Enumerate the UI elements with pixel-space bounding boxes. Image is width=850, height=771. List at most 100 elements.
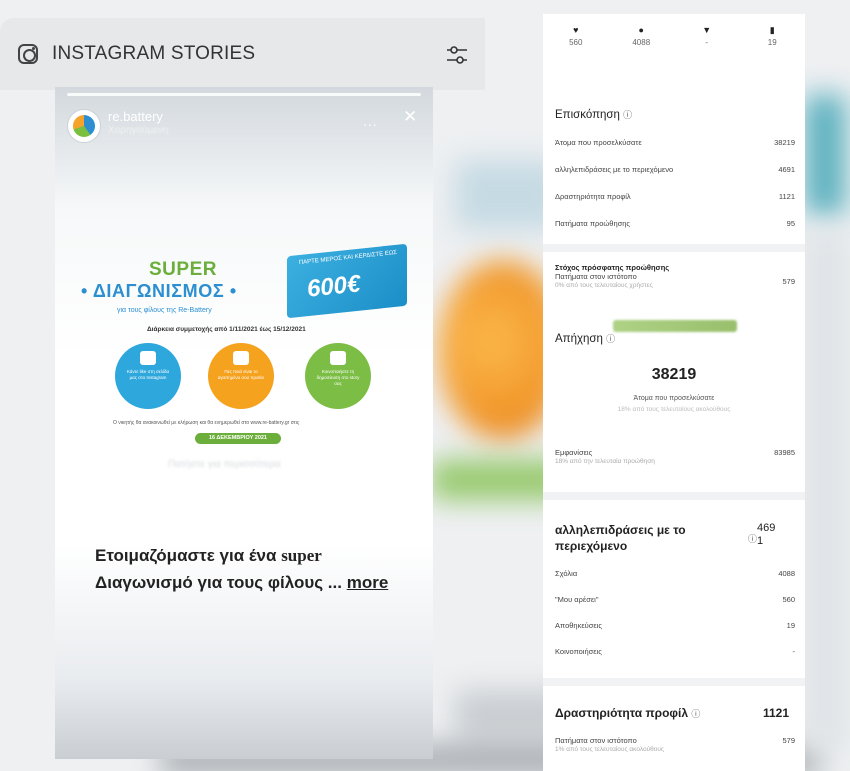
impressions-row[interactable]: Εμφανίσεις 18% από την τελευταία προώθησ… bbox=[555, 448, 795, 472]
step-3-text: Κοινοποιήστε τη δημοσίευση στο story σας bbox=[316, 369, 360, 386]
reach-title: Απήχηση ⓘ bbox=[555, 332, 615, 345]
reach-sub: 18% από τους τελευταίους ακολούθους bbox=[617, 406, 731, 413]
info-icon[interactable]: ⓘ bbox=[606, 334, 615, 344]
promo-fineprint: Ο νικητής θα ανακοινωθεί με κλήρωση και … bbox=[113, 420, 300, 426]
row-value: - bbox=[792, 647, 796, 656]
step-circle-1: Κάντε like στη σελίδα μας στο Instagram bbox=[115, 343, 181, 409]
account-name[interactable]: re.battery bbox=[108, 109, 163, 124]
story-preview[interactable]: re.battery Χορηγούμενη ... ✕ SUPER • ΔΙΑ… bbox=[55, 87, 433, 759]
comment-icon: ● bbox=[638, 25, 644, 35]
info-icon[interactable]: ⓘ bbox=[748, 532, 757, 545]
promo-goal-label: Πατήματα στον ιστότοπο bbox=[555, 272, 637, 281]
avatar[interactable] bbox=[67, 109, 101, 143]
step-1-text: Κάντε like στη σελίδα μας στο Instagram bbox=[126, 369, 170, 380]
bookmark-icon: ▮ bbox=[769, 25, 775, 35]
reach-value: 38219 bbox=[651, 366, 697, 383]
website-sub: 1% από τους τελευταίους ακολούθους bbox=[555, 746, 665, 753]
filter-settings-icon[interactable] bbox=[445, 44, 469, 66]
profile-activity-value: 1121 bbox=[763, 706, 790, 720]
share-icon bbox=[330, 351, 346, 365]
engagement-title: αλληλεπιδράσεις με το περιεχόμενο bbox=[555, 523, 686, 553]
row-value: 560 bbox=[782, 595, 795, 604]
step-circle-2: Πες ποιό είναι το αγαπημένο σου προϊόν bbox=[208, 343, 274, 409]
promo-goal-row[interactable]: Στόχος πρόσφατης προώθησης Πατήματα στον… bbox=[555, 263, 795, 297]
step-2-text: Πες ποιό είναι το αγαπημένο σου προϊόν bbox=[217, 369, 265, 380]
profile-title-text: Δραστηριότητα προφίλ bbox=[555, 706, 689, 720]
instagram-icon bbox=[18, 44, 38, 64]
row-value: 38219 bbox=[774, 138, 795, 147]
promo-title: • ΔΙΑΓΩΝΙΣΜΟΣ • bbox=[81, 281, 237, 301]
green-highlight-bar bbox=[613, 320, 737, 332]
close-icon[interactable]: ✕ bbox=[403, 107, 417, 127]
caption-bold: super bbox=[281, 546, 322, 565]
sponsored-label: Χορηγούμενη bbox=[108, 125, 169, 136]
website-taps-row[interactable]: Πατήματα στον ιστότοπο 1% από τους τελευ… bbox=[555, 736, 795, 760]
overview-title: Επισκόπηση ⓘ bbox=[555, 108, 632, 121]
more-options-icon[interactable]: ... bbox=[363, 113, 378, 129]
impressions-label: Εμφανίσεις bbox=[555, 448, 593, 457]
user-icon bbox=[233, 351, 249, 365]
shares-count: - bbox=[705, 38, 709, 47]
draw-date-pill: 16 ΔΕΚΕΜΒΡΙΟΥ 2021 bbox=[195, 433, 281, 444]
comments-count: 4088 bbox=[632, 38, 651, 47]
promo-subtitle: για τους φίλους της Re-Battery bbox=[117, 307, 212, 314]
row-label: Άτομα που προσελκύσατε bbox=[555, 138, 642, 147]
likes-stat: ♥ 560 bbox=[543, 14, 609, 72]
info-icon[interactable]: ⓘ bbox=[691, 709, 700, 719]
insights-panel: ♥ 560 ● 4088 ▼ - ▮ 19 Επισκόπηση ⓘ Άτομα… bbox=[543, 14, 805, 771]
info-icon[interactable]: ⓘ bbox=[623, 110, 632, 120]
overview-row-promo-taps[interactable]: Πατήματα προώθησης 95 bbox=[555, 219, 795, 233]
row-label: αλληλεπιδράσεις με το περιεχόμενο bbox=[555, 165, 674, 174]
story-progress-bar bbox=[67, 93, 421, 96]
row-label: Σχόλια bbox=[555, 569, 578, 578]
step-circle-3: Κοινοποιήστε τη δημοσίευση στο story σας bbox=[305, 343, 371, 409]
faded-link: Πατήστε για περισσότερα bbox=[168, 459, 281, 470]
saves-count: 19 bbox=[767, 38, 777, 47]
promo-goal-sub: 0% από τους τελευταίους χρήστες bbox=[555, 282, 653, 289]
row-label: Πατήματα προώθησης bbox=[555, 219, 631, 228]
engagement-row-comments[interactable]: Σχόλια 4088 bbox=[555, 569, 795, 583]
overview-row-profile[interactable]: Δραστηριότητα προφίλ 1121 bbox=[555, 192, 795, 206]
section-divider bbox=[543, 244, 805, 252]
background-right-blur bbox=[800, 230, 850, 750]
screenshot-root: INSTAGRAM STORIES re.battery Χορηγούμενη… bbox=[0, 0, 850, 771]
row-value: 1121 bbox=[778, 192, 795, 201]
engagement-row-saves[interactable]: Αποθηκεύσεις 19 bbox=[555, 621, 795, 635]
website-label: Πατήματα στον ιστότοπο bbox=[555, 736, 637, 745]
row-value: 95 bbox=[786, 219, 795, 228]
promo-goal-title: Στόχος πρόσφατης προώθησης bbox=[555, 263, 670, 272]
promo-goal-value: 579 bbox=[782, 277, 795, 286]
header-title: INSTAGRAM STORIES bbox=[52, 43, 256, 64]
section-divider bbox=[543, 678, 805, 686]
row-label: "Μου αρέσει" bbox=[555, 595, 599, 604]
reach-label: Άτομα που προσελκύσατε bbox=[633, 395, 715, 402]
more-link[interactable]: more bbox=[347, 573, 389, 592]
shares-stat: ▼ - bbox=[674, 14, 740, 72]
promo-dates: Διάρκεια συμμετοχής από 1/11/2021 έως 15… bbox=[147, 326, 306, 333]
engagement-row-shares[interactable]: Κοινοποιήσεις - bbox=[555, 647, 795, 661]
send-icon: ▼ bbox=[702, 25, 712, 35]
heart-icon: ♥ bbox=[573, 25, 579, 35]
row-label: Κοινοποιήσεις bbox=[555, 647, 602, 656]
caption-text: Ετοιμαζόμαστε για ένα bbox=[95, 546, 282, 565]
row-value: 4691 bbox=[778, 165, 795, 174]
row-label: Αποθηκεύσεις bbox=[555, 621, 603, 630]
impressions-value: 83985 bbox=[774, 448, 795, 457]
stats-row: ♥ 560 ● 4088 ▼ - ▮ 19 bbox=[543, 14, 805, 72]
prize-amount: 600€ bbox=[305, 270, 362, 303]
saves-stat: ▮ 19 bbox=[740, 14, 806, 72]
row-label: Δραστηριότητα προφίλ bbox=[555, 192, 631, 201]
overview-row-reach[interactable]: Άτομα που προσελκύσατε 38219 bbox=[555, 138, 795, 152]
story-caption: Ετοιμαζόμαστε για ένα super Διαγωνισμό γ… bbox=[95, 542, 415, 596]
likes-count: 560 bbox=[569, 38, 583, 47]
row-value: 19 bbox=[786, 621, 795, 630]
overview-row-engagement[interactable]: αλληλεπιδράσεις με το περιεχόμενο 4691 bbox=[555, 165, 795, 179]
profile-activity-title: Δραστηριότητα προφίλ ⓘ bbox=[555, 706, 700, 720]
engagement-value: 469 1 bbox=[757, 522, 776, 547]
thumbs-up-icon bbox=[140, 351, 156, 365]
stories-header: INSTAGRAM STORIES bbox=[0, 18, 485, 90]
section-divider bbox=[543, 492, 805, 500]
comments-stat: ● 4088 bbox=[609, 14, 675, 72]
website-value: 579 bbox=[782, 736, 795, 745]
engagement-row-likes[interactable]: "Μου αρέσει" 560 bbox=[555, 595, 795, 609]
